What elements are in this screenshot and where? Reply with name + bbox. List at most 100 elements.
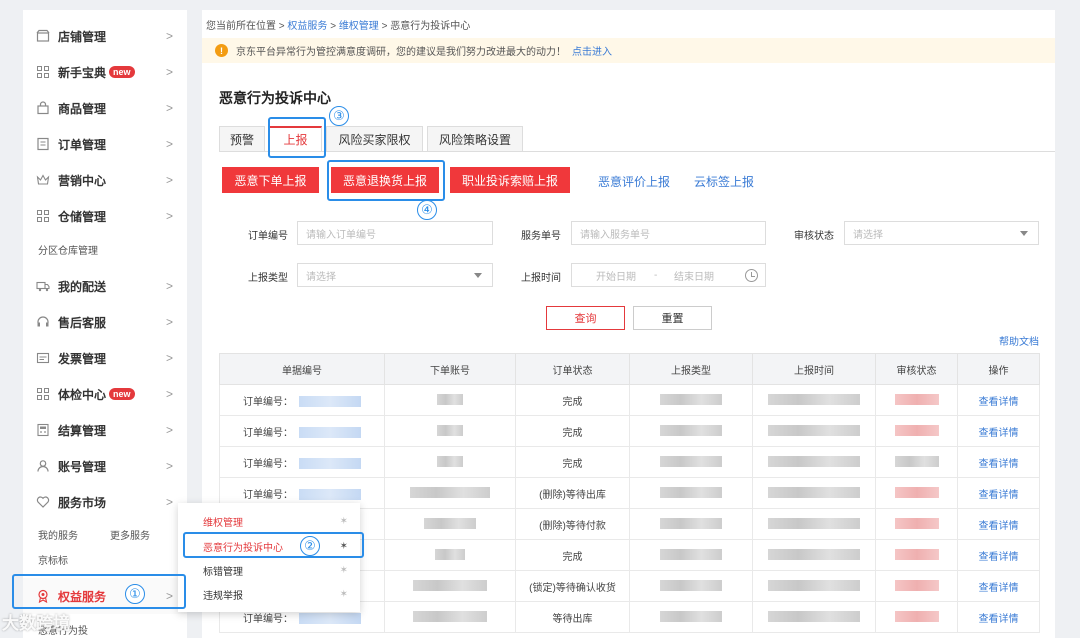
- redacted-review-status: [894, 456, 939, 468]
- order-status: 完成: [515, 446, 630, 478]
- flyout-item-malicious-complaint-center[interactable]: 恶意行为投诉中心 ✶: [178, 534, 360, 558]
- order-no-prefix: 订单编号：: [243, 427, 293, 439]
- pin-icon[interactable]: ✶: [340, 541, 348, 552]
- service-no-label: 服务单号: [521, 231, 561, 242]
- sidebar-item-shop[interactable]: 店铺管理 >: [23, 18, 187, 54]
- service-no-input[interactable]: 请输入服务单号: [571, 221, 766, 245]
- professional-claim-report-button[interactable]: 职业投诉索赔上报: [450, 167, 570, 193]
- end-date-placeholder: 结束日期: [674, 271, 714, 283]
- redacted-account: [437, 394, 463, 406]
- view-details-link[interactable]: 查看详情: [979, 397, 1019, 408]
- help-doc-link[interactable]: 帮助文档: [999, 333, 1039, 348]
- breadcrumb-current: 恶意行为投诉中心: [390, 21, 471, 32]
- grid-icon: [36, 387, 50, 401]
- heart-icon: [36, 495, 50, 509]
- sidebar-item-service-market[interactable]: 服务市场 >: [23, 484, 187, 520]
- col-order-account: 下单账号: [384, 353, 516, 385]
- redacted-order-no: [299, 458, 361, 470]
- breadcrumb-rights-services[interactable]: 权益服务: [287, 21, 327, 32]
- malicious-order-report-button[interactable]: 恶意下单上报: [222, 167, 319, 193]
- sidebar-item-label: 服务市场: [58, 495, 107, 510]
- sidebar-item-settlement[interactable]: 结算管理 >: [23, 412, 187, 448]
- new-badge: new: [109, 66, 135, 78]
- order-no-input[interactable]: 请输入订单编号: [297, 221, 493, 245]
- bag-icon: [36, 101, 50, 115]
- flyout-item-violation-report[interactable]: 违规举报 ✶: [178, 582, 360, 606]
- sidebar-item-customer-service[interactable]: 售后客服 >: [23, 304, 187, 340]
- sidebar-item-products[interactable]: 商品管理 >: [23, 90, 187, 126]
- order-status: 完成: [515, 384, 630, 416]
- review-status-placeholder: 请选择: [853, 229, 883, 241]
- breadcrumb: 您当前所在位置 > 权益服务 > 维权管理 > 恶意行为投诉中心: [206, 17, 470, 32]
- shop-icon: [36, 29, 50, 43]
- malicious-return-report-button[interactable]: 恶意退换货上报: [331, 167, 439, 193]
- redacted-report-type: [660, 394, 722, 406]
- sidebar-item-label: 商品管理: [58, 101, 107, 116]
- view-details-link[interactable]: 查看详情: [979, 583, 1019, 594]
- col-document-no: 单据编号: [219, 353, 385, 385]
- redacted-account: [435, 549, 465, 561]
- redacted-review-status: [894, 487, 939, 499]
- redacted-report-time: [768, 487, 860, 499]
- redacted-review-status: [894, 518, 939, 530]
- sidebar-item-invoices[interactable]: 发票管理 >: [23, 340, 187, 376]
- chevron-right-icon: >: [165, 423, 173, 437]
- redacted-review-status: [894, 425, 939, 437]
- sub-link-more-services[interactable]: 更多服务: [110, 527, 150, 542]
- truck-icon: [36, 279, 50, 293]
- medal-icon: [36, 589, 50, 603]
- pin-icon[interactable]: ✶: [340, 565, 348, 576]
- review-status-select[interactable]: 请选择: [844, 221, 1039, 245]
- order-no-prefix: 订单编号：: [243, 489, 293, 501]
- notice-enter-link[interactable]: 点击进入: [572, 43, 612, 58]
- pin-icon[interactable]: ✶: [340, 589, 348, 600]
- order-no-label: 订单编号: [248, 231, 288, 242]
- order-status: 完成: [515, 539, 630, 571]
- breadcrumb-rights-management[interactable]: 维权管理: [339, 21, 379, 32]
- query-button[interactable]: 查询: [546, 306, 625, 330]
- chevron-right-icon: >: [165, 137, 173, 151]
- tab-warning[interactable]: 预警: [219, 126, 265, 152]
- chevron-right-icon: >: [165, 279, 173, 293]
- reset-button[interactable]: 重置: [633, 306, 712, 330]
- breadcrumb-separator: >: [330, 21, 337, 32]
- redacted-account: [410, 487, 490, 499]
- breadcrumb-separator: >: [381, 21, 388, 32]
- sidebar-item-warehouse[interactable]: 仓储管理 >: [23, 198, 187, 234]
- notice-text: 京东平台异常行为管控满意度调研，您的建议是我们努力改进最大的动力！: [236, 47, 566, 58]
- sidebar-item-beginner-guide[interactable]: 新手宝典 new >: [23, 54, 187, 90]
- pin-icon[interactable]: ✶: [340, 516, 348, 527]
- sidebar-item-accounts[interactable]: 账号管理 >: [23, 448, 187, 484]
- view-details-link[interactable]: 查看详情: [979, 552, 1019, 563]
- sidebar-item-health-check[interactable]: 体检中心 new >: [23, 376, 187, 412]
- flyout-item-label: 违规举报: [203, 590, 243, 602]
- sidebar-item-delivery[interactable]: 我的配送 >: [23, 268, 187, 304]
- view-details-link[interactable]: 查看详情: [979, 490, 1019, 501]
- report-time-label: 上报时间: [521, 273, 561, 284]
- redacted-account: [413, 580, 487, 592]
- flyout-item-rights-management[interactable]: 维权管理 ✶: [178, 509, 360, 533]
- redacted-report-type: [660, 580, 722, 592]
- col-review-status: 审核状态: [875, 353, 958, 385]
- view-details-link[interactable]: 查看详情: [979, 521, 1019, 532]
- cloud-tag-report-link[interactable]: 云标签上报: [694, 173, 754, 190]
- tab-report[interactable]: 上报: [269, 126, 322, 152]
- chevron-right-icon: >: [165, 209, 173, 223]
- sidebar-item-label: 订单管理: [58, 137, 107, 152]
- view-details-link[interactable]: 查看详情: [979, 428, 1019, 439]
- sub-link-my-services[interactable]: 我的服务: [38, 527, 78, 542]
- col-order-status: 订单状态: [515, 353, 630, 385]
- sidebar-item-marketing[interactable]: 营销中心 >: [23, 162, 187, 198]
- report-type-select[interactable]: 请选择: [297, 263, 493, 287]
- malicious-review-report-link[interactable]: 恶意评价上报: [598, 173, 670, 190]
- sidebar-item-label: 店铺管理: [58, 29, 107, 44]
- tab-risk-buyer-restriction[interactable]: 风险买家限权: [326, 126, 423, 152]
- view-details-link[interactable]: 查看详情: [979, 614, 1019, 625]
- sub-link-warehouse-zones[interactable]: 分区仓库管理: [38, 242, 98, 257]
- view-details-link[interactable]: 查看详情: [979, 459, 1019, 470]
- report-time-range[interactable]: 开始日期 - 结束日期: [571, 263, 766, 287]
- flyout-item-mislabel-management[interactable]: 标错管理 ✶: [178, 558, 360, 582]
- tab-risk-strategy-settings[interactable]: 风险策略设置: [427, 126, 523, 152]
- sub-link-jd-label[interactable]: 京标标: [38, 552, 68, 567]
- sidebar-item-orders[interactable]: 订单管理 >: [23, 126, 187, 162]
